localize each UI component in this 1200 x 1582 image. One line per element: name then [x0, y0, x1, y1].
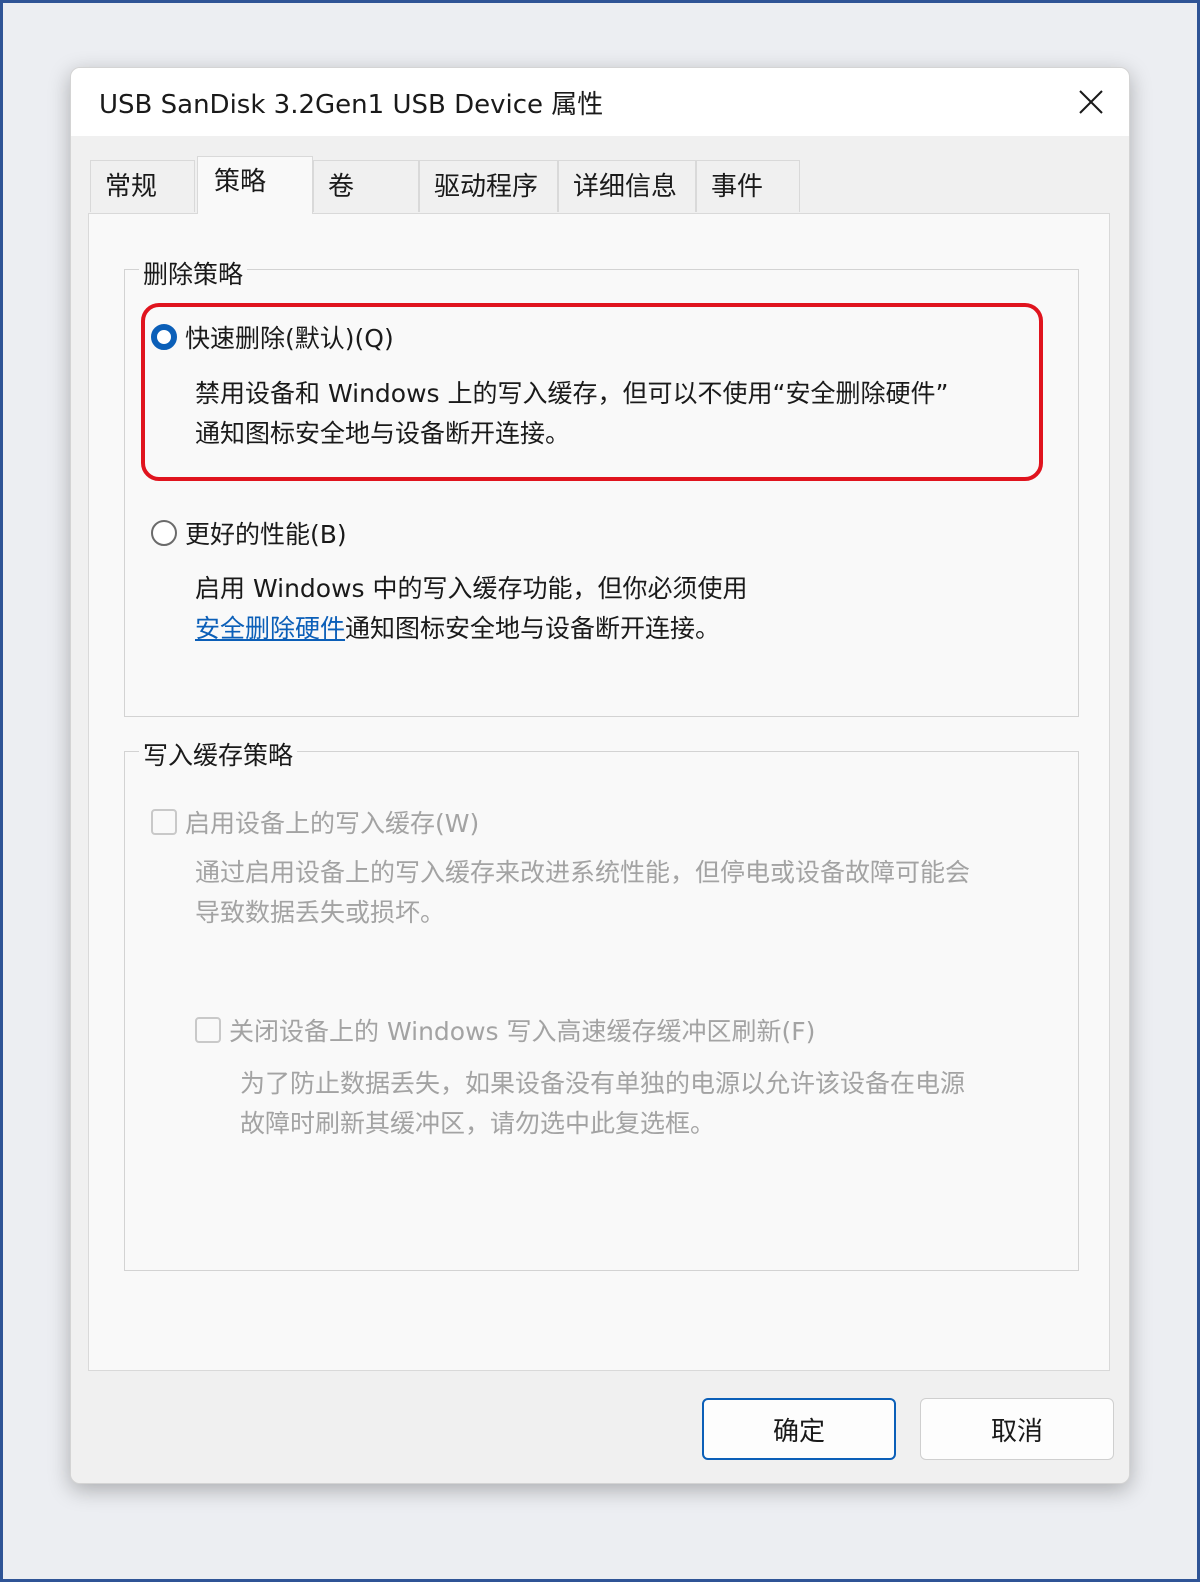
tab-driver[interactable]: 驱动程序	[419, 160, 558, 212]
turn-off-buffer-flush-label: 关闭设备上的 Windows 写入高速缓存缓冲区刷新(F)	[229, 1017, 816, 1046]
policies-panel: 删除策略 快速删除(默认)(Q) 禁用设备和 Windows 上的写入缓存，但可…	[88, 213, 1110, 1371]
write-cache-policy-legend: 写入缓存策略	[139, 736, 298, 772]
better-performance-desc-line1: 启用 Windows 中的写入缓存功能，但你必须使用	[195, 574, 748, 603]
turn-off-buffer-flush-desc-line2: 故障时刷新其缓冲区，请勿选中此复选框。	[240, 1109, 716, 1138]
tab-general[interactable]: 常规	[90, 160, 195, 212]
enable-write-cache-description: 通过启用设备上的写入缓存来改进系统性能，但停电或设备故障可能会 导致数据丢失或损…	[195, 853, 970, 933]
turn-off-buffer-flush-description: 为了防止数据丢失，如果设备没有单独的电源以允许该设备在电源 故障时刷新其缓冲区，…	[240, 1064, 965, 1144]
cancel-button[interactable]: 取消	[920, 1398, 1114, 1460]
enable-write-cache-checkbox[interactable]	[151, 809, 177, 835]
quick-removal-desc-line1: 禁用设备和 Windows 上的写入缓存，但可以不使用“安全删除硬件”	[195, 379, 949, 408]
better-performance-option[interactable]: 更好的性能(B)	[151, 515, 347, 551]
turn-off-buffer-flush-desc-line1: 为了防止数据丢失，如果设备没有单独的电源以允许该设备在电源	[240, 1069, 966, 1098]
enable-write-cache-label: 启用设备上的写入缓存(W)	[185, 809, 480, 838]
close-button[interactable]	[1065, 76, 1117, 128]
removal-policy-legend: 删除策略	[139, 255, 248, 291]
quick-removal-radio[interactable]	[151, 324, 177, 350]
turn-off-buffer-flush-option[interactable]: 关闭设备上的 Windows 写入高速缓存缓冲区刷新(F)	[195, 1012, 815, 1048]
enable-write-cache-option[interactable]: 启用设备上的写入缓存(W)	[151, 804, 479, 840]
tab-details[interactable]: 详细信息	[558, 160, 696, 212]
turn-off-buffer-flush-checkbox[interactable]	[195, 1017, 221, 1043]
quick-removal-description: 禁用设备和 Windows 上的写入缓存，但可以不使用“安全删除硬件” 通知图标…	[195, 374, 948, 454]
better-performance-label: 更好的性能(B)	[185, 520, 347, 549]
quick-removal-label: 快速删除(默认)(Q)	[185, 324, 394, 353]
safely-remove-hardware-link[interactable]: 安全删除硬件	[195, 614, 345, 643]
tab-volumes[interactable]: 卷	[313, 160, 419, 212]
better-performance-desc-line2-rest: 通知图标安全地与设备断开连接。	[345, 614, 721, 643]
window-title: USB SanDisk 3.2Gen1 USB Device 属性	[99, 90, 604, 120]
quick-removal-desc-line2: 通知图标安全地与设备断开连接。	[195, 419, 571, 448]
quick-removal-option[interactable]: 快速删除(默认)(Q)	[151, 319, 394, 355]
title-bar: USB SanDisk 3.2Gen1 USB Device 属性	[71, 68, 1129, 136]
better-performance-description: 启用 Windows 中的写入缓存功能，但你必须使用 安全删除硬件通知图标安全地…	[195, 569, 748, 649]
enable-write-cache-desc-line1: 通过启用设备上的写入缓存来改进系统性能，但停电或设备故障可能会	[195, 858, 971, 887]
enable-write-cache-desc-line2: 导致数据丢失或损坏。	[195, 898, 446, 927]
tab-events[interactable]: 事件	[696, 160, 800, 212]
properties-dialog: USB SanDisk 3.2Gen1 USB Device 属性 常规 策略 …	[70, 67, 1130, 1484]
better-performance-desc-line2: 安全删除硬件通知图标安全地与设备断开连接。	[195, 609, 748, 649]
close-icon	[1079, 90, 1103, 114]
better-performance-radio[interactable]	[151, 520, 177, 546]
tab-policies[interactable]: 策略	[197, 156, 313, 214]
ok-button[interactable]: 确定	[702, 1398, 896, 1460]
